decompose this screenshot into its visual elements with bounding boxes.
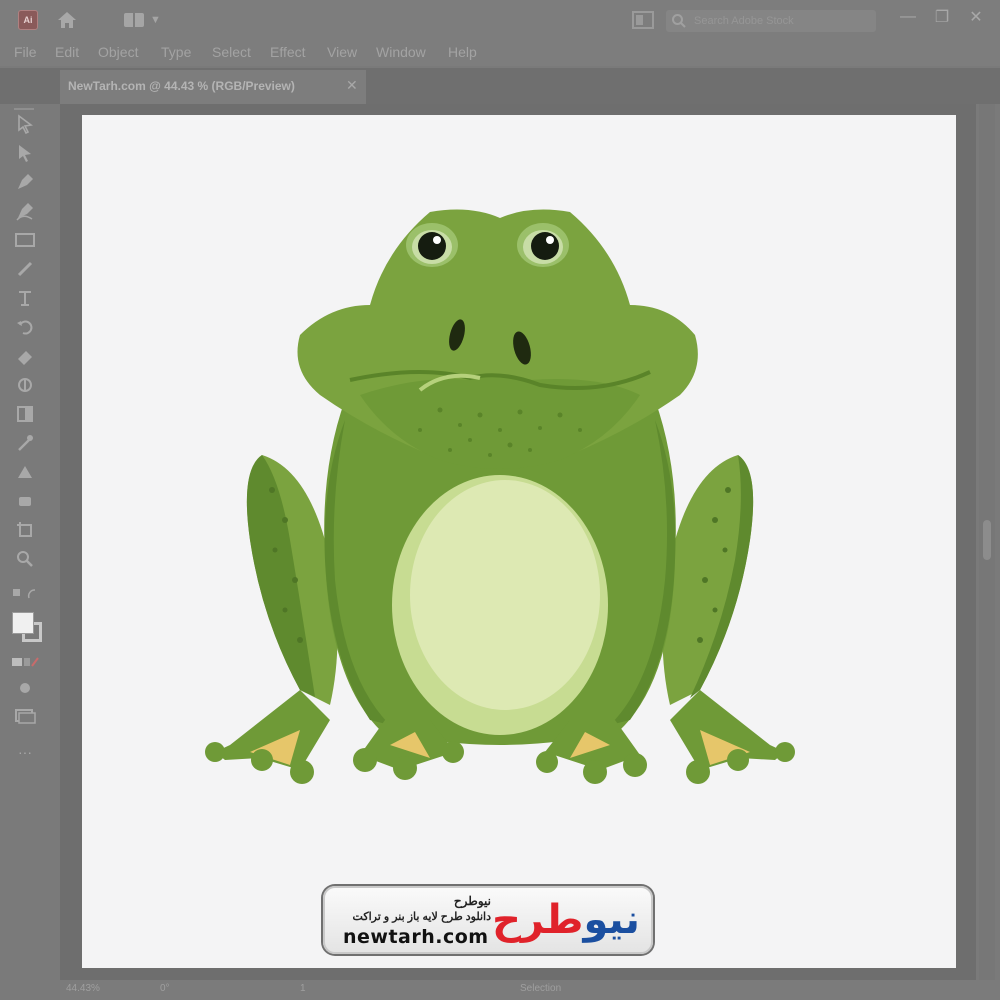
frog-illustration[interactable] xyxy=(0,0,1000,1000)
watermark-tagline: دانلود طرح لایه باز بنر و تراکت xyxy=(352,911,491,923)
watermark-url: newtarh.com xyxy=(343,926,489,948)
artboard-number[interactable]: 1 xyxy=(300,983,306,994)
left-back-foot xyxy=(205,690,330,784)
watermark-logo: نیوطرح دانلود طرح لایه باز بنر و تراکت n… xyxy=(323,886,653,954)
watermark-name: نیوطرح xyxy=(453,894,491,908)
right-back-foot xyxy=(670,690,795,784)
wordmark-part-a: نیو xyxy=(583,897,640,943)
zoom-level[interactable]: 44.43% xyxy=(66,983,100,994)
status-mode[interactable]: Selection xyxy=(520,983,561,994)
left-eye xyxy=(406,223,458,267)
watermark-wordmark: نیوطرح xyxy=(487,892,645,952)
status-bar: 44.43% 0° 1 Selection xyxy=(60,980,1000,1000)
rotation-angle[interactable]: 0° xyxy=(160,983,170,994)
right-eye xyxy=(517,223,569,267)
wordmark-part-b: طرح xyxy=(492,897,584,943)
scrollbar-thumb[interactable] xyxy=(983,520,991,560)
